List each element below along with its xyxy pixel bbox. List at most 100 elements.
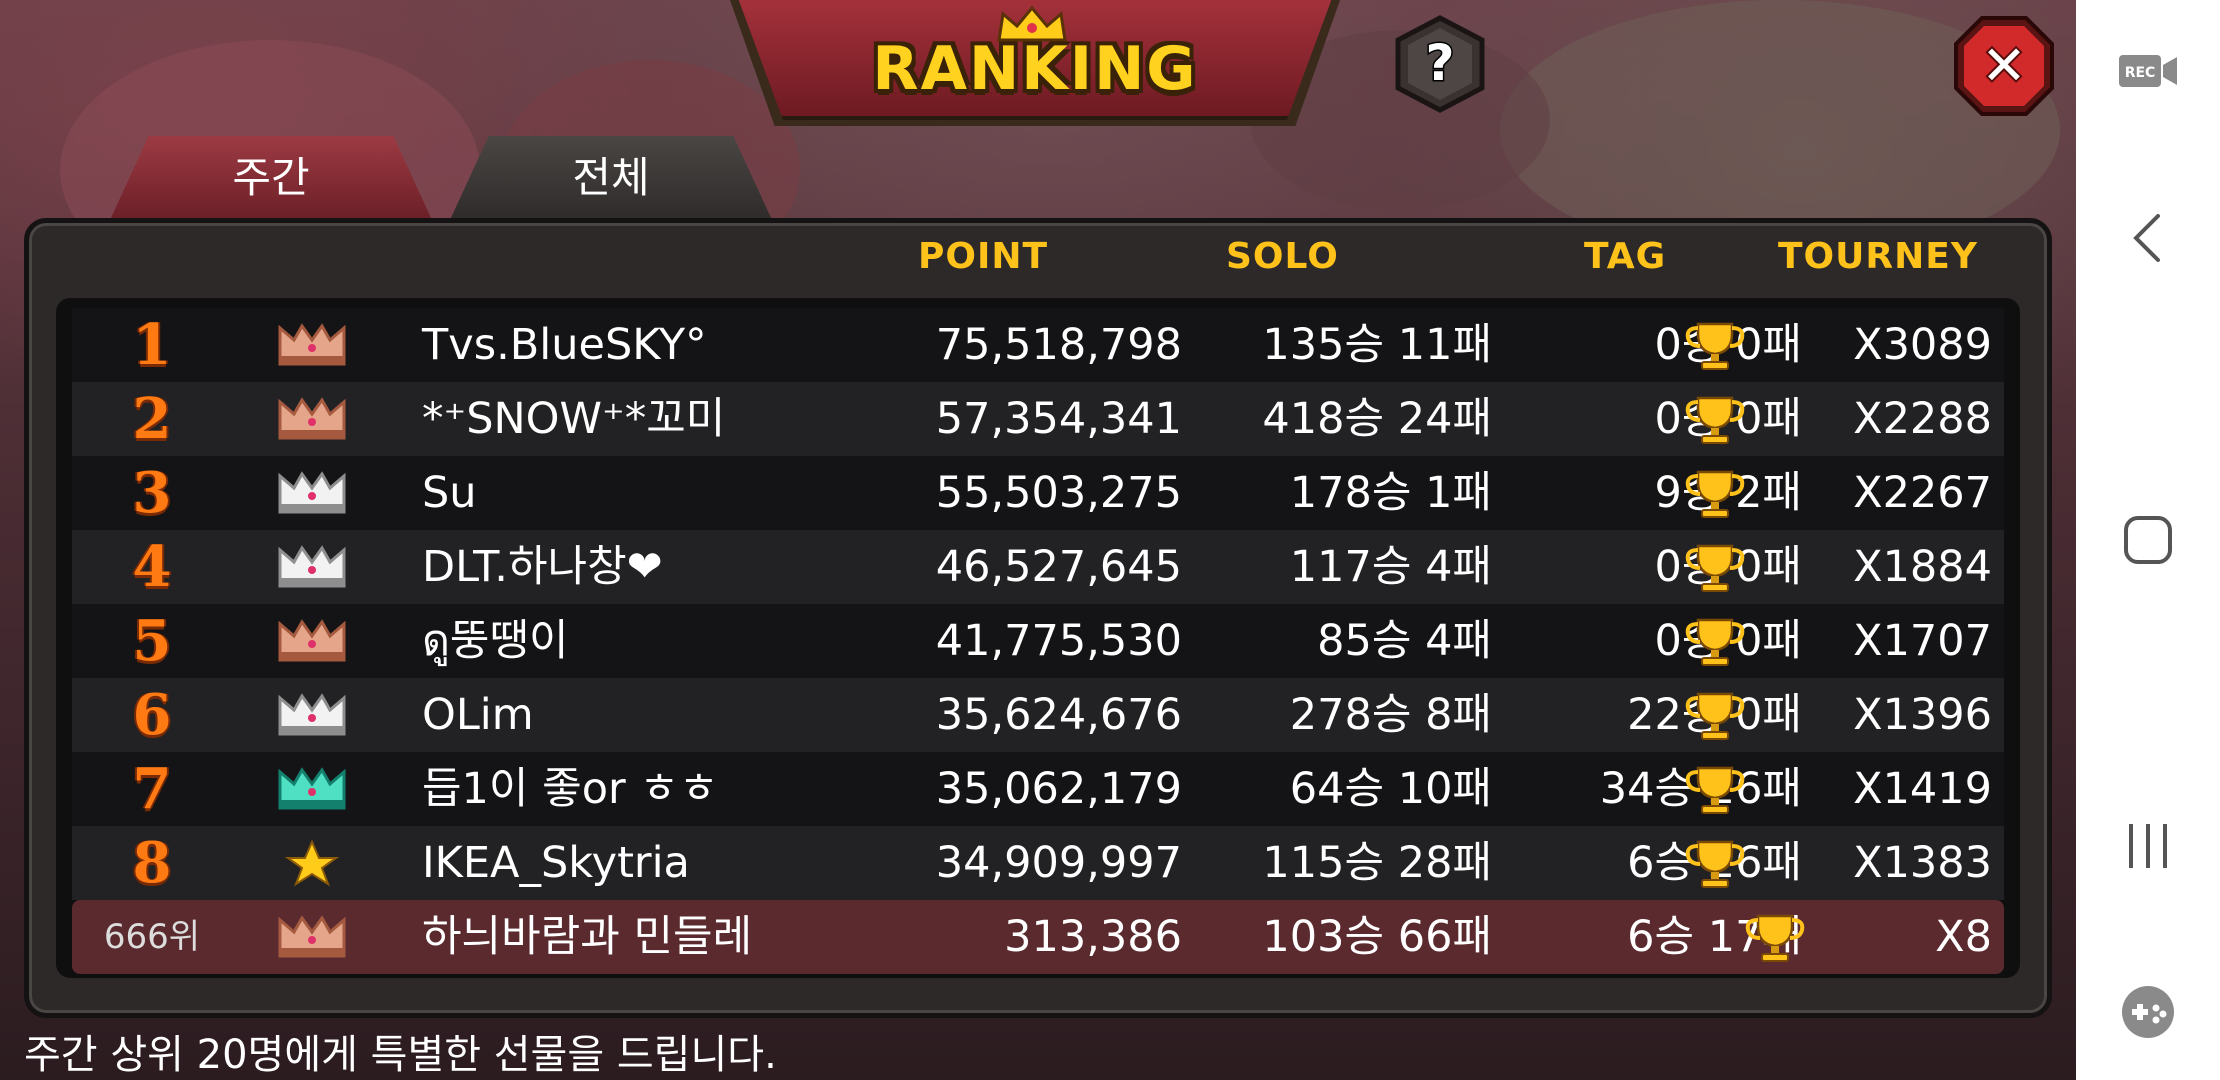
player-solo: 117승 4패 xyxy=(1289,542,1492,592)
system-navbar: REC xyxy=(2076,0,2220,1080)
crown-icon xyxy=(272,762,352,816)
rank-number: 666위 xyxy=(103,917,201,957)
player-tourney: X2267 xyxy=(1812,456,1992,530)
ranking-row[interactable]: 1 Tvs.BlueSKY° 75,518,798 135승 11패 0승 0패 X308… xyxy=(72,308,2004,382)
player-point: 41,775,530 xyxy=(935,616,1182,666)
help-button[interactable]: ? xyxy=(1390,14,1490,114)
footer-note: 주간 상위 20명에게 특별한 선물을 드립니다. xyxy=(24,1032,777,1078)
tourney-count: X1383 xyxy=(1853,838,1992,888)
ranking-row[interactable]: 2 *⁺SNOW⁺*꼬미 57,354,341 418승 24패 0승 0패 X2288 xyxy=(72,382,2004,456)
player-tag: 34승 26패 xyxy=(1599,764,1802,814)
player-solo: 135승 11패 xyxy=(1262,320,1492,370)
game-launcher-button[interactable] xyxy=(2076,984,2220,1040)
ranking-row[interactable]: 3 Su 55,503,275 178승 1패 9승 2패 X2267 xyxy=(72,456,2004,530)
my-rank-row[interactable]: 666위 하늬바람과 민들레 313,386 103승 66패 6승 17패 X8 xyxy=(72,900,2004,974)
player-tourney: X1707 xyxy=(1812,604,1992,678)
svg-text:REC: REC xyxy=(2125,65,2156,81)
trophy-icon xyxy=(1684,318,1746,372)
rank-number: 5 xyxy=(132,608,172,674)
trophy-icon xyxy=(1684,762,1746,816)
player-name: ดู뚱땡이 xyxy=(422,616,569,666)
player-tag: 6승 26패 xyxy=(1627,838,1802,888)
column-header-tourney: TOURNEY xyxy=(1778,236,1978,277)
tourney-count: X2267 xyxy=(1853,468,1992,518)
player-tourney: X2288 xyxy=(1812,382,1992,456)
player-solo: 418승 24패 xyxy=(1262,394,1492,444)
tourney-count: X1396 xyxy=(1853,690,1992,740)
player-name: 하늬바람과 민들레 xyxy=(422,912,753,962)
ranking-row[interactable]: 6 OLim 35,624,676 278승 8패 22승 0패 X1396 xyxy=(72,678,2004,752)
player-tag: 22승 0패 xyxy=(1627,690,1802,740)
rank-number: 8 xyxy=(132,830,172,896)
recents-icon xyxy=(2129,824,2167,868)
player-tag: 0승 0패 xyxy=(1654,320,1802,370)
ranking-row[interactable]: 8 IKEA_Skytria 34,909,997 115승 28패 6승 26패 X13… xyxy=(72,826,2004,900)
column-header-solo: SOLO xyxy=(1226,236,1339,277)
ranking-list: 1 Tvs.BlueSKY° 75,518,798 135승 11패 0승 0패 X308… xyxy=(56,298,2020,978)
rank-number: 6 xyxy=(132,682,172,748)
player-solo: 103승 66패 xyxy=(1262,912,1492,962)
player-tag: 0승 0패 xyxy=(1654,542,1802,592)
tourney-count: X8 xyxy=(1935,912,1992,962)
player-tag: 0승 0패 xyxy=(1654,394,1802,444)
player-solo: 178승 1패 xyxy=(1289,468,1492,518)
crown-icon xyxy=(272,318,352,372)
trophy-icon xyxy=(1684,836,1746,890)
ranking-row[interactable]: 7 듭1이 좋or ㅎㅎ 35,062,179 64승 10패 34승 26패 X1419 xyxy=(72,752,2004,826)
player-point: 75,518,798 xyxy=(935,320,1182,370)
player-solo: 64승 10패 xyxy=(1289,764,1492,814)
tab-all[interactable]: 전체 xyxy=(450,136,772,220)
crown-icon xyxy=(272,614,352,668)
ranking-row[interactable]: 5 ดู뚱땡이 41,775,530 85승 4패 0승 0패 X1707 xyxy=(72,604,2004,678)
player-name: 듭1이 좋or ㅎㅎ xyxy=(422,764,719,814)
crown-icon xyxy=(272,540,352,594)
player-tourney: X1396 xyxy=(1812,678,1992,752)
tourney-count: X1707 xyxy=(1853,616,1992,666)
recents-button[interactable] xyxy=(2076,818,2220,874)
player-tourney: X1419 xyxy=(1812,752,1992,826)
trophy-icon xyxy=(1684,688,1746,742)
star-icon xyxy=(272,836,352,890)
tourney-count: X1884 xyxy=(1853,542,1992,592)
home-button[interactable] xyxy=(2076,512,2220,568)
trophy-icon xyxy=(1684,614,1746,668)
player-tag: 9승 2패 xyxy=(1654,468,1802,518)
trophy-icon xyxy=(1684,540,1746,594)
tourney-count: X1419 xyxy=(1853,764,1992,814)
trophy-icon xyxy=(1684,466,1746,520)
crown-icon xyxy=(272,688,352,742)
player-solo: 85승 4패 xyxy=(1317,616,1492,666)
chevron-left-icon xyxy=(2133,214,2160,262)
player-point: 35,062,179 xyxy=(935,764,1182,814)
player-tourney: X8 xyxy=(1812,900,1992,974)
video-camera-icon: REC xyxy=(2119,55,2177,87)
game-area: RANKING ? ✕ 주간 전체 POINT SOLO TAG TOURNEY… xyxy=(0,0,2076,1080)
player-tourney: X1383 xyxy=(1812,826,1992,900)
player-name: IKEA_Skytria xyxy=(422,838,690,888)
back-button[interactable] xyxy=(2076,210,2220,266)
page-title: RANKING xyxy=(872,34,1198,104)
player-name: OLim xyxy=(422,690,534,740)
tab-weekly[interactable]: 주간 xyxy=(110,136,432,220)
column-header-point: POINT xyxy=(918,236,1049,277)
player-tourney: X3089 xyxy=(1812,308,1992,382)
gamepad-icon xyxy=(2122,986,2174,1038)
trophy-icon xyxy=(1684,392,1746,446)
player-solo: 278승 8패 xyxy=(1289,690,1492,740)
player-point: 313,386 xyxy=(1004,912,1182,962)
player-tourney: X1884 xyxy=(1812,530,1992,604)
player-point: 35,624,676 xyxy=(935,690,1182,740)
screen-record-button[interactable]: REC xyxy=(2076,46,2220,96)
player-point: 34,909,997 xyxy=(935,838,1182,888)
crown-icon xyxy=(272,466,352,520)
player-point: 46,527,645 xyxy=(935,542,1182,592)
question-mark-icon: ? xyxy=(1425,34,1454,92)
rank-number: 7 xyxy=(132,756,172,822)
tourney-count: X2288 xyxy=(1853,394,1992,444)
player-point: 57,354,341 xyxy=(935,394,1182,444)
ranking-row[interactable]: 4 DLT.하나창❤ 46,527,645 117승 4패 0승 0패 X1884 xyxy=(72,530,2004,604)
close-button[interactable]: ✕ xyxy=(1952,14,2056,118)
column-header-tag: TAG xyxy=(1584,236,1667,277)
rank-number: 2 xyxy=(132,386,172,452)
player-name: DLT.하나창❤ xyxy=(422,542,663,592)
